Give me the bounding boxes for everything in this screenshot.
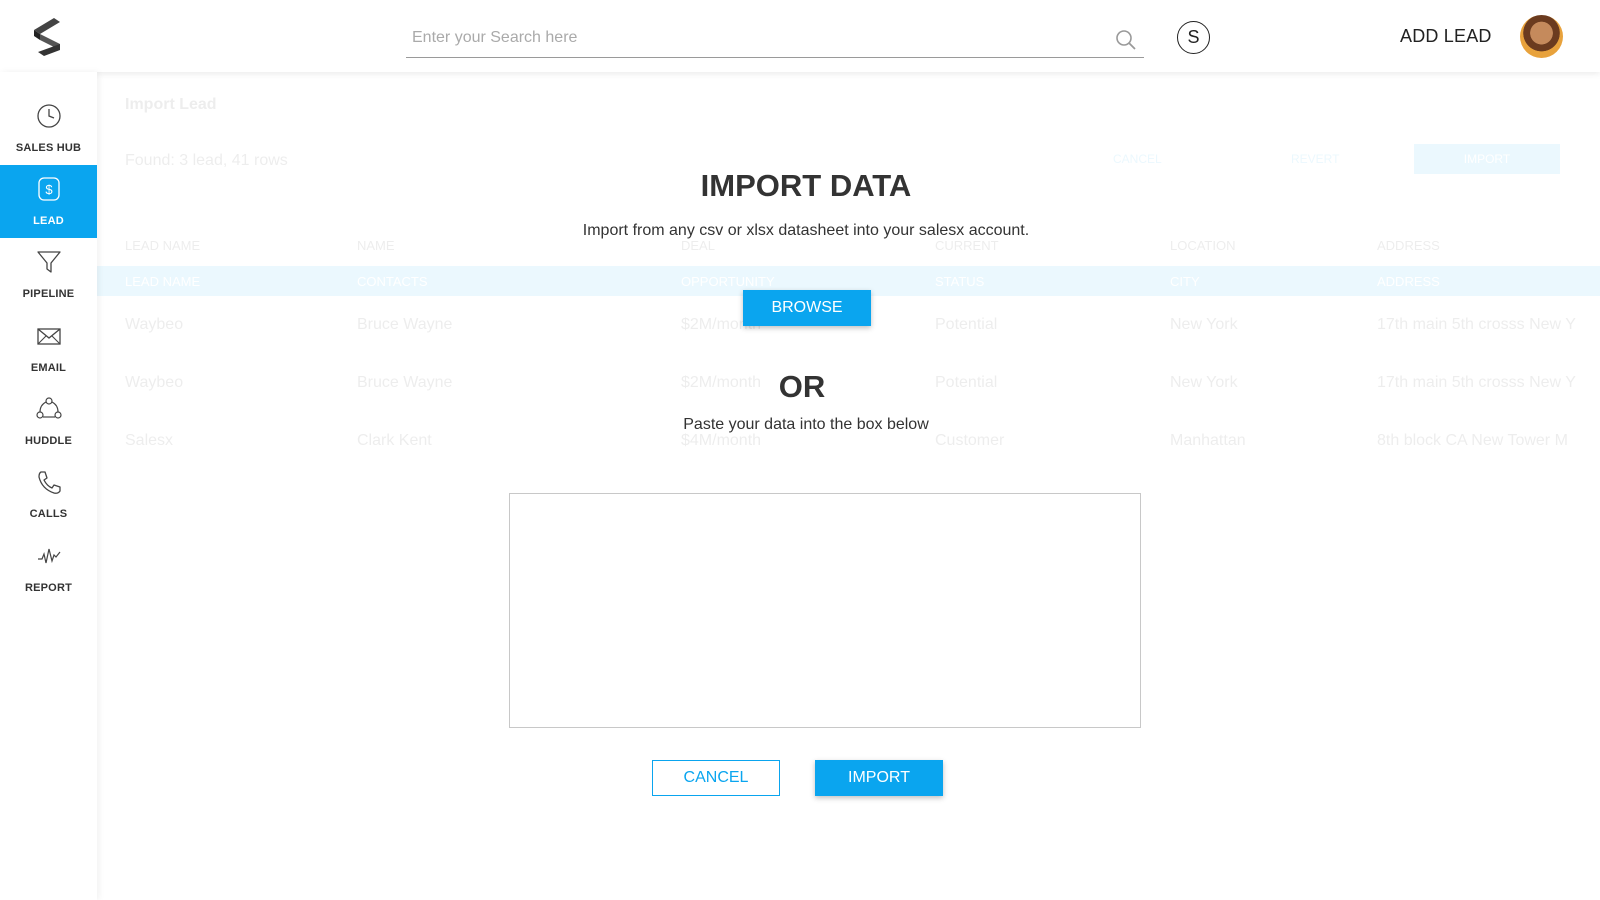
phone-icon — [36, 469, 62, 500]
dollar-icon: $ — [36, 176, 62, 207]
avatar[interactable] — [1520, 15, 1563, 58]
import-data-modal: IMPORT DATA Import from any csv or xlsx … — [97, 72, 1600, 900]
pulse-icon — [36, 543, 62, 574]
sidebar-item-label: SALES HUB — [15, 142, 82, 154]
envelope-icon — [36, 323, 62, 354]
svg-text:$: $ — [45, 182, 53, 197]
modal-subtitle: Import from any csv or xlsx datasheet in… — [582, 222, 1030, 239]
funnel-icon — [36, 249, 62, 280]
sidebar-item-label: CALLS — [29, 508, 68, 520]
sidebar-item-huddle[interactable]: HUDDLE — [0, 385, 97, 458]
huddle-icon — [35, 396, 62, 427]
sidebar-item-label: PIPELINE — [22, 288, 75, 300]
sidebar-item-label: LEAD — [33, 215, 64, 227]
cancel-button[interactable]: CANCEL — [652, 760, 780, 796]
modal-title: IMPORT DATA — [700, 168, 912, 203]
sidebar: SALES HUB $ LEAD PIPELINE EMAIL HUDDLE C… — [0, 72, 97, 900]
sidebar-item-email[interactable]: EMAIL — [0, 312, 97, 385]
sidebar-item-label: REPORT — [24, 582, 73, 594]
sidebar-item-label: EMAIL — [30, 362, 67, 374]
search-icon[interactable] — [1114, 28, 1138, 52]
search-bar — [406, 20, 1144, 58]
user-initial-button[interactable]: S — [1177, 21, 1210, 54]
import-button[interactable]: IMPORT — [815, 760, 943, 796]
sidebar-item-label: HUDDLE — [24, 435, 73, 447]
paste-instructions: Paste your data into the box below — [683, 416, 929, 433]
add-lead-button[interactable]: ADD LEAD — [1400, 26, 1492, 47]
sidebar-item-sales-hub[interactable]: SALES HUB — [0, 92, 97, 165]
sidebar-item-calls[interactable]: CALLS — [0, 458, 97, 531]
browse-button[interactable]: BROWSE — [743, 290, 871, 326]
sidebar-item-report[interactable]: REPORT — [0, 532, 97, 605]
app-logo[interactable] — [30, 16, 66, 56]
search-input[interactable] — [406, 20, 1096, 56]
clock-icon — [36, 103, 62, 134]
or-divider-text: OR — [778, 369, 826, 404]
sidebar-item-lead[interactable]: $ LEAD — [0, 165, 97, 238]
top-bar: S ADD LEAD — [0, 0, 1600, 72]
paste-data-textarea[interactable] — [509, 493, 1141, 728]
sidebar-item-pipeline[interactable]: PIPELINE — [0, 238, 97, 311]
